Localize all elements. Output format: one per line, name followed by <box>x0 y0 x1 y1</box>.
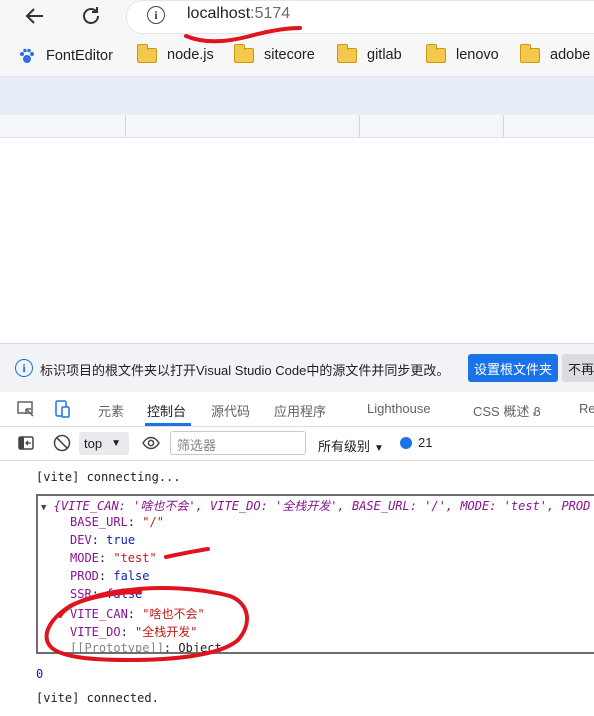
object-summary-row[interactable]: ▼ {VITE_CAN: '啥也不会', VITE_DO: '全栈开发', BA… <box>41 497 590 514</box>
address-port: :5174 <box>250 5 291 22</box>
prop-value: Object <box>178 641 222 652</box>
bookmarks-bar: FontEditor node.js sitecore gitlab lenov… <box>0 40 594 77</box>
prop-key: VITE_DO <box>70 625 121 639</box>
bookmark-label: FontEditor <box>46 48 113 64</box>
bookmark-label: node.js <box>167 47 214 63</box>
message-count[interactable]: 21 <box>400 435 432 450</box>
active-tab-indicator <box>145 423 191 426</box>
site-info-icon[interactable]: i <box>147 6 165 24</box>
address-bar[interactable]: i localhost:5174 <box>126 0 594 34</box>
console-toolbar: top ▼ 筛选器 所有级别 ▼ 21 <box>0 427 594 461</box>
prop-value: false <box>106 587 143 601</box>
folder-icon <box>519 43 540 63</box>
folder-icon <box>336 43 357 63</box>
tab-lighthouse[interactable]: Lighthouse <box>367 401 431 416</box>
message-bubble-icon <box>400 436 412 449</box>
eye-icon[interactable] <box>137 429 165 457</box>
console-line: 0 <box>36 667 44 681</box>
bookmark-label: lenovo <box>456 47 499 63</box>
devtools-tabbar: 元素 控制台 源代码 应用程序 Lighthouse CSS 概述 Ᏸ Re <box>0 392 594 427</box>
bookmark-adobe[interactable]: adobe <box>519 43 591 63</box>
log-levels-label: 所有级别 <box>318 439 371 454</box>
tab-css-overview[interactable]: CSS 概述 Ᏸ <box>473 401 541 420</box>
prop-value: true <box>106 533 136 547</box>
tab-recorder[interactable]: Re <box>579 401 594 416</box>
object-prop: PROD: false <box>70 569 150 583</box>
object-prop: [[Prototype]]: Object <box>70 641 222 652</box>
expand-triangle-icon: ▼ <box>41 503 47 513</box>
inspect-element-icon[interactable] <box>12 395 40 423</box>
prop-value: "啥也不会" <box>142 607 205 621</box>
clear-console-icon[interactable] <box>48 429 76 457</box>
reload-icon[interactable] <box>77 2 105 30</box>
message-count-value: 21 <box>418 435 433 450</box>
bookmark-fonteditor[interactable]: FontEditor <box>18 47 113 65</box>
context-selector[interactable]: top ▼ <box>79 432 129 455</box>
page-table-header <box>0 115 594 138</box>
console-line: [vite] connected. <box>36 691 159 705</box>
folder-icon <box>425 43 446 63</box>
prop-key: PROD <box>70 569 99 583</box>
sidebar-toggle-icon[interactable] <box>12 429 40 457</box>
object-prop: BASE_URL: "/" <box>70 515 164 529</box>
tab-console[interactable]: 控制台 <box>147 401 186 420</box>
logged-object[interactable]: ▼ {VITE_CAN: '啥也不会', VITE_DO: '全栈开发', BA… <box>36 494 594 654</box>
bookmark-label: sitecore <box>264 47 315 63</box>
devtools-infobar: i 标识项目的根文件夹以打开Visual Studio Code中的源文件并同步… <box>0 343 594 392</box>
page-header-band <box>0 77 594 115</box>
object-prop: MODE: "test" <box>70 551 157 565</box>
console-output: [vite] connecting... ▼ {VITE_CAN: '啥也不会'… <box>0 461 594 716</box>
prop-value: "/" <box>142 515 164 529</box>
prop-value: "全栈开发" <box>135 625 198 639</box>
filter-input[interactable]: 筛选器 <box>170 431 306 455</box>
bookmark-lenovo[interactable]: lenovo <box>425 43 499 63</box>
browser-toolbar: i localhost:5174 <box>0 0 594 40</box>
bookmark-nodejs[interactable]: node.js <box>136 43 214 63</box>
tab-elements[interactable]: 元素 <box>98 401 124 420</box>
object-prop: VITE_CAN: "啥也不会" <box>70 607 205 621</box>
info-icon: i <box>15 359 33 377</box>
object-summary: {VITE_CAN: '啥也不会', VITE_DO: '全栈开发', BASE… <box>53 499 591 513</box>
console-line: [vite] connecting... <box>36 470 181 484</box>
bookmark-label: gitlab <box>367 47 402 63</box>
back-icon[interactable] <box>21 2 49 30</box>
column-divider <box>503 115 504 137</box>
bookmark-label: adobe <box>550 47 591 63</box>
prop-value: false <box>113 569 150 583</box>
set-root-folder-button[interactable]: 设置根文件夹 <box>468 354 558 382</box>
context-label: top <box>84 436 103 451</box>
prop-key: MODE <box>70 551 99 565</box>
paw-icon <box>20 48 34 63</box>
prop-value: "test" <box>113 551 157 565</box>
prop-key: VITE_CAN <box>70 607 128 621</box>
bookmark-gitlab[interactable]: gitlab <box>336 43 402 63</box>
object-prop: DEV: true <box>70 533 136 547</box>
bookmark-sitecore[interactable]: sitecore <box>233 43 315 63</box>
object-prop: VITE_DO: "全栈开发" <box>70 625 198 639</box>
address-host: localhost <box>187 5 251 22</box>
tab-sources[interactable]: 源代码 <box>211 401 250 420</box>
device-toolbar-icon[interactable] <box>48 395 76 423</box>
tab-css-overview-label: CSS 概述 <box>473 404 530 419</box>
column-divider <box>359 115 360 137</box>
column-divider <box>125 115 126 137</box>
address-url[interactable]: localhost:5174 <box>187 5 290 23</box>
prop-key: [[Prototype]] <box>70 641 164 652</box>
object-prop: SSR: false <box>70 587 143 601</box>
tab-application[interactable]: 应用程序 <box>274 401 326 420</box>
experiment-flask-icon: Ᏸ <box>532 405 541 419</box>
prop-key: DEV <box>70 533 92 547</box>
infobar-text: 标识项目的根文件夹以打开Visual Studio Code中的源文件并同步更改… <box>40 363 450 378</box>
chevron-down-icon: ▼ <box>111 438 121 449</box>
chevron-down-icon: ▼ <box>374 443 384 454</box>
folder-icon <box>233 43 254 63</box>
prop-key: BASE_URL <box>70 515 128 529</box>
log-levels-dropdown[interactable]: 所有级别 ▼ <box>318 436 384 455</box>
dont-ask-again-button[interactable]: 不再 <box>562 354 594 382</box>
prop-key: SSR <box>70 587 92 601</box>
folder-icon <box>136 43 157 63</box>
